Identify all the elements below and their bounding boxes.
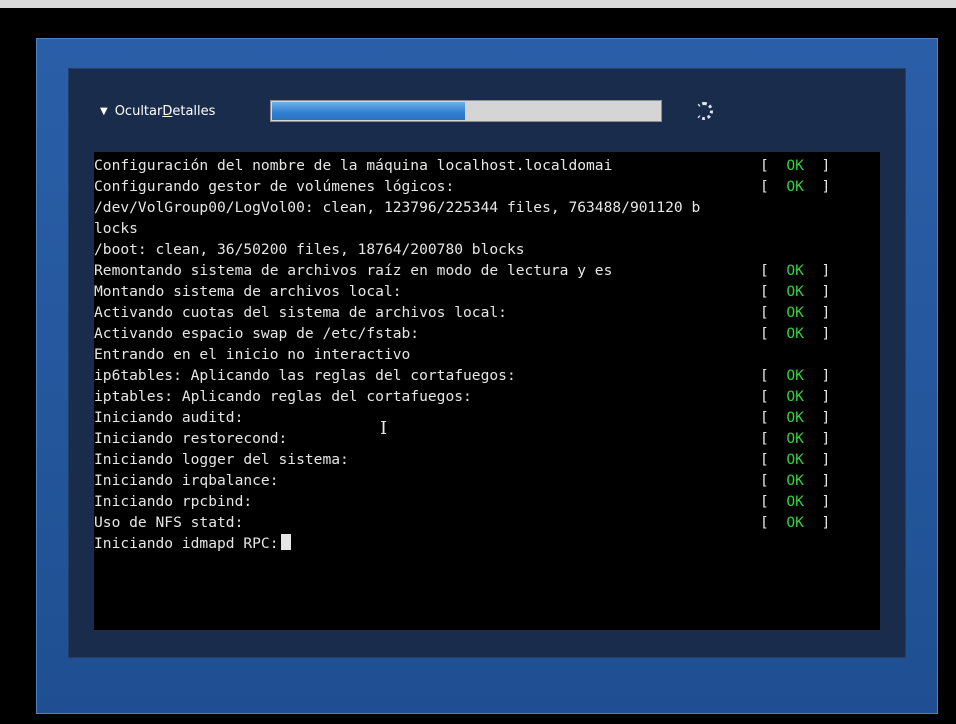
status-ok-label: OK (786, 304, 804, 321)
console-line: /boot: clean, 36/50200 files, 18764/2007… (94, 239, 880, 260)
console-line: Entrando en el inicio no interactivo (94, 344, 880, 365)
console-line: ip6tables: Aplicando las reglas del cort… (94, 365, 880, 386)
boot-console-output: Configuración del nombre de la máquina l… (94, 152, 880, 630)
console-line: Iniciando auditd: [ OK ] (94, 407, 880, 428)
console-line: Iniciando irqbalance: [ OK ] (94, 470, 880, 491)
console-line: Iniciando idmapd RPC: (94, 533, 880, 554)
boot-progress-fill (272, 102, 465, 120)
console-line-text: iptables: Aplicando reglas del cortafueg… (94, 388, 472, 405)
console-line-text: /dev/VolGroup00/LogVol00: clean, 123796/… (94, 199, 701, 216)
status-ok-label: OK (786, 262, 804, 279)
status-badge: [ OK ] (760, 157, 831, 174)
status-badge: [ OK ] (760, 388, 831, 405)
status-badge: [ OK ] (760, 262, 831, 279)
loading-spinner-icon (695, 102, 713, 120)
console-line-text: Activando cuotas del sistema de archivos… (94, 304, 507, 321)
console-line: /dev/VolGroup00/LogVol00: clean, 123796/… (94, 197, 880, 218)
status-badge: [ OK ] (760, 451, 831, 468)
console-line: locks (94, 218, 880, 239)
status-badge: [ OK ] (760, 304, 831, 321)
console-line: Activando espacio swap de /etc/fstab: [ O… (94, 323, 880, 344)
boot-frame: ▼ Ocultar Detalles Configuración del nom… (36, 38, 938, 714)
terminal-cursor (280, 534, 291, 550)
status-badge: [ OK ] (760, 325, 831, 342)
console-line-text: Iniciando rpcbind: (94, 493, 253, 510)
hide-details-label-prefix: Ocultar (114, 103, 163, 119)
status-ok-label: OK (786, 409, 804, 426)
triangle-down-icon: ▼ (100, 105, 108, 117)
console-line: Iniciando logger del sistema: [ OK ] (94, 449, 880, 470)
console-line-text: Iniciando auditd: (94, 409, 244, 426)
console-line-text: Iniciando logger del sistema: (94, 451, 349, 468)
status-badge: [ OK ] (760, 283, 831, 300)
status-badge: [ OK ] (760, 178, 831, 195)
hide-details-toggle[interactable]: ▼ Ocultar Detalles (100, 100, 215, 122)
console-line: Iniciando rpcbind: [ OK ] (94, 491, 880, 512)
status-badge: [ OK ] (760, 367, 831, 384)
console-line: Uso de NFS statd: [ OK ] (94, 512, 880, 533)
status-badge: [ OK ] (760, 430, 831, 447)
status-ok-label: OK (786, 367, 804, 384)
console-line-text: Iniciando irqbalance: (94, 472, 279, 489)
status-ok-label: OK (786, 451, 804, 468)
status-ok-label: OK (786, 157, 804, 174)
console-line: Montando sistema de archivos local: [ OK … (94, 281, 880, 302)
console-line: Activando cuotas del sistema de archivos… (94, 302, 880, 323)
console-line-text: /boot: clean, 36/50200 files, 18764/2007… (94, 241, 525, 258)
status-ok-label: OK (786, 283, 804, 300)
status-ok-label: OK (786, 178, 804, 195)
status-ok-label: OK (786, 493, 804, 510)
status-badge: [ OK ] (760, 472, 831, 489)
status-ok-label: OK (786, 388, 804, 405)
boot-progress-bar (270, 100, 662, 122)
console-line-text: Montando sistema de archivos local: (94, 283, 402, 300)
console-line-text: Iniciando idmapd RPC: (94, 535, 279, 552)
boot-screen: ▼ Ocultar Detalles Configuración del nom… (0, 8, 956, 724)
console-line: Configurando gestor de volúmenes lógicos… (94, 176, 880, 197)
status-ok-label: OK (786, 430, 804, 447)
status-ok-label: OK (786, 325, 804, 342)
console-line-text: Uso de NFS statd: (94, 514, 244, 531)
hide-details-label-accelerator: D (162, 103, 173, 119)
console-line-text: ip6tables: Aplicando las reglas del cort… (94, 367, 516, 384)
console-line-text: Configurando gestor de volúmenes lógicos… (94, 178, 455, 195)
console-line-text: locks (94, 220, 138, 237)
top-strip (0, 0, 956, 8)
console-line: iptables: Aplicando reglas del cortafueg… (94, 386, 880, 407)
status-ok-label: OK (786, 514, 804, 531)
status-badge: [ OK ] (760, 514, 831, 531)
console-line-text: Entrando en el inicio no interactivo (94, 346, 411, 363)
console-line-text: Remontando sistema de archivos raíz en m… (94, 262, 613, 279)
console-line: Iniciando restorecond: [ OK ] (94, 428, 880, 449)
ibeam-cursor-icon: I (380, 418, 388, 439)
console-line-text: Activando espacio swap de /etc/fstab: (94, 325, 420, 342)
boot-details-panel: ▼ Ocultar Detalles Configuración del nom… (68, 68, 906, 658)
console-line: Configuración del nombre de la máquina l… (94, 155, 880, 176)
status-ok-label: OK (786, 472, 804, 489)
status-badge: [ OK ] (760, 409, 831, 426)
console-line-text: Configuración del nombre de la máquina l… (94, 157, 613, 174)
hide-details-label-suffix: etalles (172, 103, 216, 119)
status-badge: [ OK ] (760, 493, 831, 510)
console-line: Remontando sistema de archivos raíz en m… (94, 260, 880, 281)
console-line-text: Iniciando restorecond: (94, 430, 288, 447)
